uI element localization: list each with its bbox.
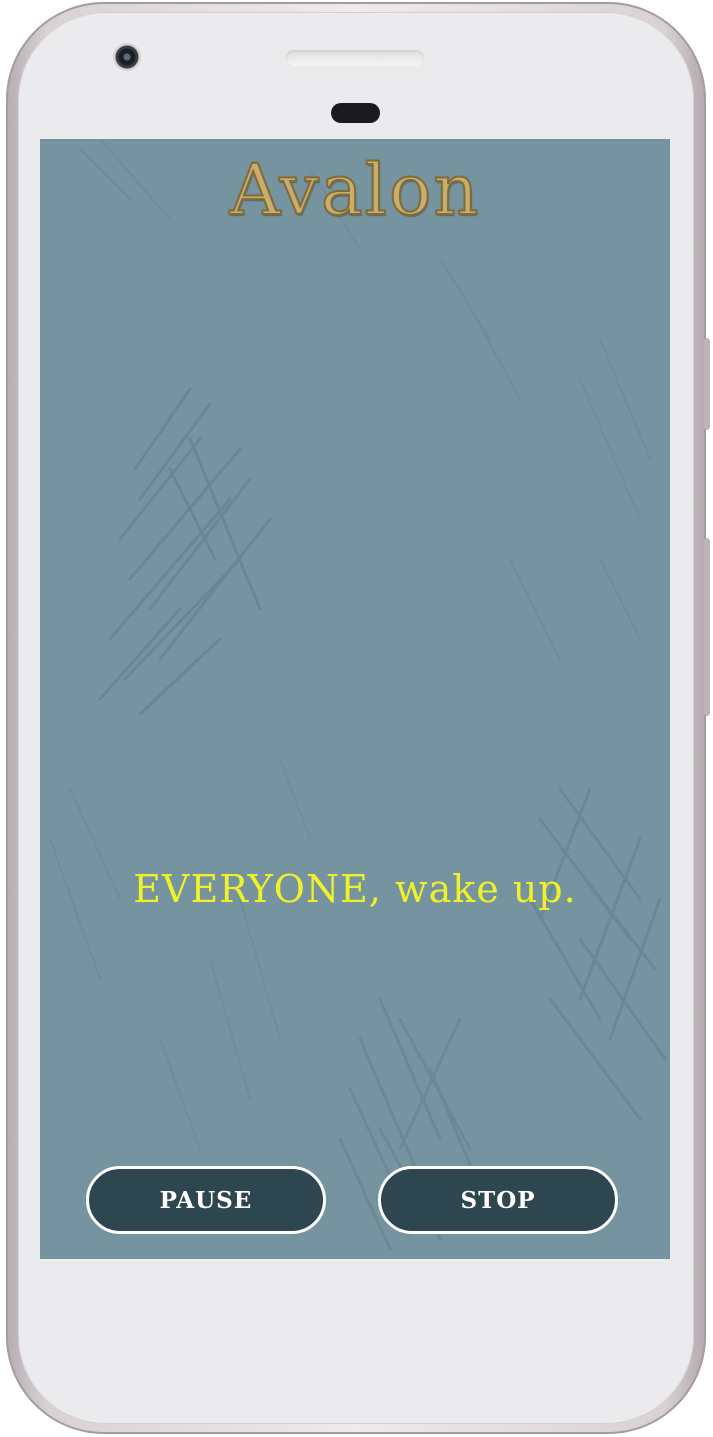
app-title: Avalon xyxy=(229,148,481,232)
front-camera-icon xyxy=(113,43,141,71)
app-screen: Avalon EVERYONE, wake up. PAUSE STOP xyxy=(40,139,670,1259)
stop-button[interactable]: STOP xyxy=(378,1166,618,1234)
earpiece-speaker xyxy=(286,50,424,66)
volume-button xyxy=(704,538,710,716)
power-button xyxy=(704,338,710,430)
pause-button[interactable]: PAUSE xyxy=(86,1166,326,1234)
proximity-sensor xyxy=(331,103,380,123)
grunge-texture xyxy=(49,139,667,1251)
narration-message: EVERYONE, wake up. xyxy=(133,867,577,911)
